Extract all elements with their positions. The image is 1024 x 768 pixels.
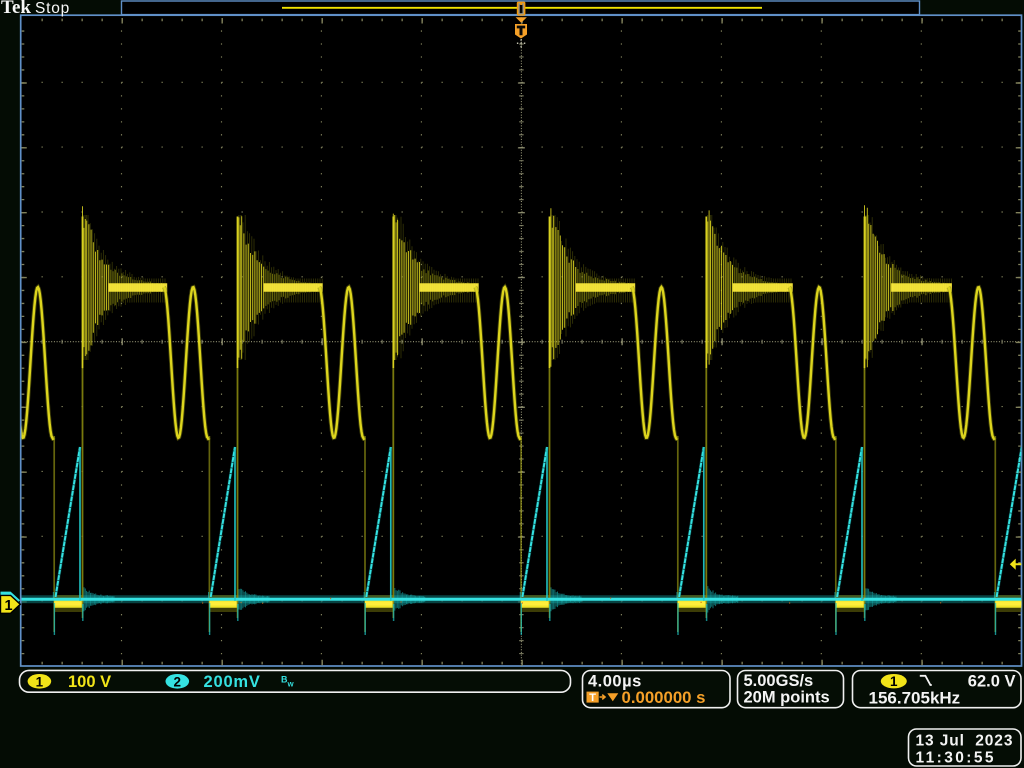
svg-text:Stop: Stop — [35, 0, 70, 17]
svg-text:1: 1 — [5, 598, 13, 614]
svg-text:200mV: 200mV — [204, 673, 261, 691]
svg-text:100 V: 100 V — [68, 673, 111, 691]
svg-text:0.000000 s: 0.000000 s — [622, 688, 706, 707]
svg-text:W: W — [288, 682, 295, 689]
svg-text:1: 1 — [36, 674, 44, 689]
svg-text:T: T — [589, 692, 596, 704]
svg-text:156.705kHz: 156.705kHz — [869, 689, 961, 708]
svg-text:62.0 V: 62.0 V — [968, 672, 1016, 690]
svg-text:13 Jul 2023: 13 Jul 2023 — [916, 733, 1014, 750]
svg-text:2: 2 — [174, 674, 182, 689]
svg-text:5.00GS/s: 5.00GS/s — [744, 672, 814, 690]
svg-text:Tek: Tek — [1, 0, 31, 18]
svg-text:11:30:55: 11:30:55 — [916, 750, 996, 767]
svg-text:1: 1 — [890, 674, 898, 689]
svg-text:20M points: 20M points — [744, 689, 830, 707]
